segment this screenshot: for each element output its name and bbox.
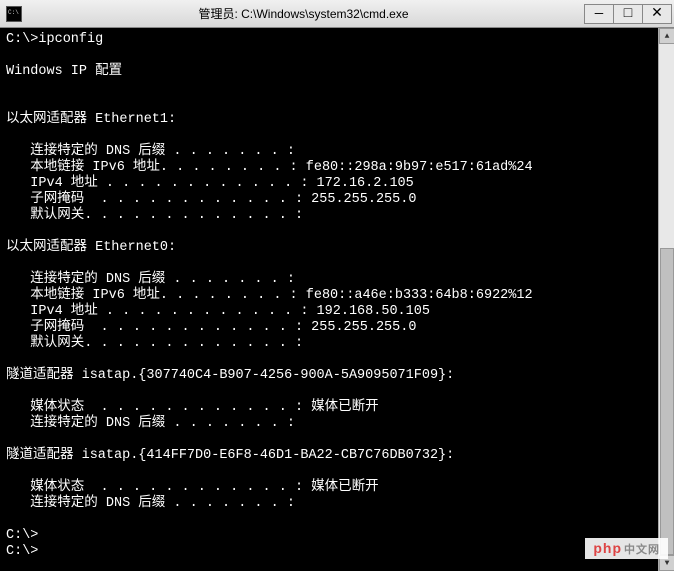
window-controls: — □ ✕ xyxy=(585,4,672,24)
scroll-up-button[interactable]: ▲ xyxy=(659,28,674,44)
close-button[interactable]: ✕ xyxy=(642,4,672,24)
vertical-scrollbar[interactable]: ▲ ▼ xyxy=(658,28,674,571)
window-title: 管理员: C:\Windows\system32\cmd.exe xyxy=(22,5,585,22)
cmd-icon xyxy=(6,6,22,22)
scroll-track[interactable] xyxy=(659,44,674,555)
terminal-output[interactable]: C:\>ipconfig Windows IP 配置 以太网适配器 Ethern… xyxy=(0,28,674,571)
watermark-suffix: 中文网 xyxy=(624,544,660,556)
minimize-button[interactable]: — xyxy=(584,4,614,24)
titlebar: 管理员: C:\Windows\system32\cmd.exe — □ ✕ xyxy=(0,0,674,28)
maximize-button[interactable]: □ xyxy=(613,4,643,24)
scroll-thumb[interactable] xyxy=(660,248,674,555)
watermark: php中文网 xyxy=(585,538,668,559)
watermark-text: php xyxy=(593,540,622,556)
